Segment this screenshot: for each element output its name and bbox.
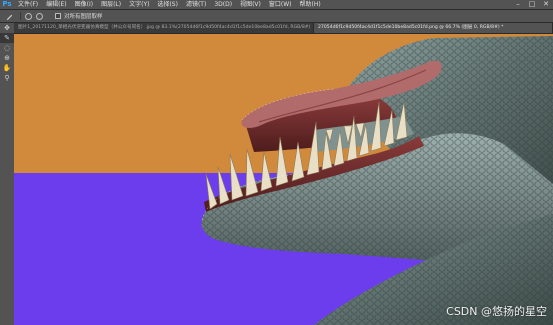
current-tool-icon[interactable] bbox=[0, 10, 18, 22]
menu-layer[interactable]: 图层(L) bbox=[97, 0, 125, 9]
menu-filter[interactable]: 滤镜(T) bbox=[182, 0, 210, 9]
sample-all-layers-checkbox[interactable] bbox=[55, 13, 61, 19]
watermark-text: CSDN @悠扬的星空 bbox=[446, 305, 547, 318]
tab-label: 图片1_20171120_单相光伏逆变器仿真模型（并公众号同名）.jpg @ 8… bbox=[18, 25, 311, 30]
photoshop-logo: Ps bbox=[2, 0, 12, 8]
menu-view[interactable]: 视图(V) bbox=[236, 0, 265, 9]
ignore-adjustment-icon[interactable] bbox=[36, 12, 43, 20]
menu-select[interactable]: 选择(S) bbox=[153, 0, 182, 9]
menu-3d[interactable]: 3D(D) bbox=[210, 0, 236, 9]
menu-edit[interactable]: 编辑(E) bbox=[42, 0, 70, 9]
stamp-icon[interactable]: ⊕ bbox=[0, 53, 14, 63]
move-icon[interactable]: ✥ bbox=[0, 23, 14, 33]
menu-file[interactable]: 文件(F) bbox=[14, 0, 42, 9]
sample-mode-icon[interactable] bbox=[25, 12, 32, 20]
menu-image[interactable]: 图像(I) bbox=[71, 0, 97, 9]
close-button[interactable]: ✕ bbox=[539, 0, 553, 9]
tab-document-2[interactable]: 27054d6f1c9d50f4ac4d1f1c5de10be8ad5c01fd… bbox=[314, 23, 553, 33]
minimize-button[interactable]: – bbox=[511, 0, 525, 9]
options-bar: 对所有图层取样 bbox=[0, 10, 553, 23]
document-canvas[interactable]: CSDN @悠扬的星空 bbox=[14, 34, 553, 325]
menu-type[interactable]: 文字(Y) bbox=[125, 0, 153, 9]
window-controls: – □ ✕ bbox=[511, 0, 553, 9]
sample-all-layers-label: 对所有图层取样 bbox=[64, 14, 103, 20]
menu-help[interactable]: 帮助(H) bbox=[296, 0, 325, 9]
tools-panel: ✥ ✎ ◌ ⊕ ✋ ⚲ bbox=[0, 23, 15, 325]
lasso-icon[interactable]: ◌ bbox=[0, 43, 14, 53]
zoom-icon[interactable]: ⚲ bbox=[0, 73, 14, 83]
menu-bar: Ps 文件(F) 编辑(E) 图像(I) 图层(L) 文字(Y) 选择(S) 滤… bbox=[0, 0, 553, 10]
brush-icon[interactable]: ✎ bbox=[0, 33, 14, 43]
divider bbox=[20, 12, 21, 20]
hand-icon[interactable]: ✋ bbox=[0, 63, 14, 73]
document-tabs: 图片1_20171120_单相光伏逆变器仿真模型（并公众号同名）.jpg @ 8… bbox=[14, 23, 553, 34]
menu-window[interactable]: 窗口(W) bbox=[265, 0, 296, 9]
maximize-button[interactable]: □ bbox=[525, 0, 539, 9]
canvas-image bbox=[14, 34, 553, 325]
tab-document-1[interactable]: 图片1_20171120_单相光伏逆变器仿真模型（并公众号同名）.jpg @ 8… bbox=[14, 23, 314, 33]
tab-label: 27054d6f1c9d50f4ac4d1f1c5de10be8ad5c01fd… bbox=[318, 25, 504, 30]
